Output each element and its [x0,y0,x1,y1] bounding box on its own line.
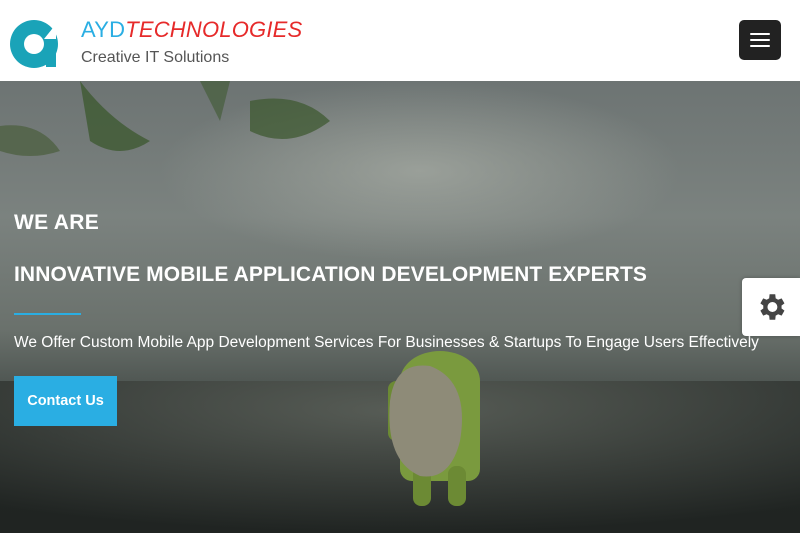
hero-background-image [0,81,800,533]
gear-icon [760,294,785,320]
hamburger-icon [750,33,770,35]
contact-us-button[interactable]: Contact Us [14,376,117,426]
hero-section: WE ARE INNOVATIVE MOBILE APPLICATION DEV… [0,81,800,533]
brand-name-part1: AYD [81,17,126,42]
hero-headline: INNOVATIVE MOBILE APPLICATION DEVELOPMEN… [14,263,648,286]
logo-icon[interactable] [9,19,60,69]
hero-divider [14,313,81,315]
settings-panel-toggle[interactable] [742,278,800,336]
hamburger-icon-line [750,45,770,47]
brand-name-part2: TECHNOLOGIES [125,17,303,42]
tagline: Creative IT Solutions [81,49,230,66]
menu-toggle-button[interactable] [739,20,781,60]
hamburger-icon-line [750,39,770,41]
hero-subtext: We Offer Custom Mobile App Development S… [14,334,759,351]
hero-kicker: WE ARE [14,211,100,234]
brand-name[interactable]: AYDTECHNOLOGIES [81,17,302,43]
site-header: AYDTECHNOLOGIES Creative IT Solutions [0,0,800,81]
